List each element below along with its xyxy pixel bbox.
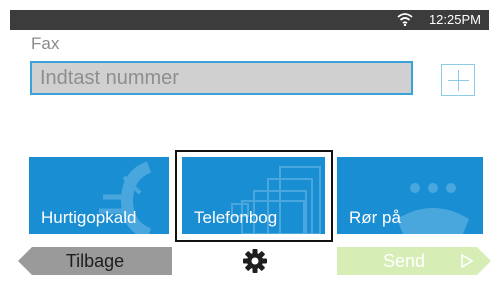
fax-number-input[interactable] <box>30 61 413 95</box>
clock: 12:25PM <box>428 12 481 27</box>
fax-label: Fax <box>31 34 60 53</box>
wifi-icon <box>397 13 413 26</box>
play-arrow-icon <box>460 254 474 268</box>
phone-hook-tile[interactable]: Rør på <box>337 157 483 234</box>
gear-icon <box>243 249 267 273</box>
back-label: Tilbage <box>65 251 125 271</box>
phone-hook-label: Rør på <box>349 208 401 227</box>
back-button[interactable]: Tilbage <box>18 247 172 275</box>
settings-button[interactable] <box>240 247 270 275</box>
speed-dial-label: Hurtigopkald <box>41 208 137 227</box>
speed-dial-tile[interactable]: Hurtigopkald <box>29 157 169 234</box>
add-number-button[interactable] <box>441 64 475 96</box>
status-bar: 12:25PM <box>10 10 489 30</box>
send-label: Send <box>383 251 426 271</box>
phonebook-tile[interactable]: Telefonbog <box>182 157 325 234</box>
send-button[interactable]: Send <box>337 247 491 275</box>
phonebook-label: Telefonbog <box>194 208 278 227</box>
